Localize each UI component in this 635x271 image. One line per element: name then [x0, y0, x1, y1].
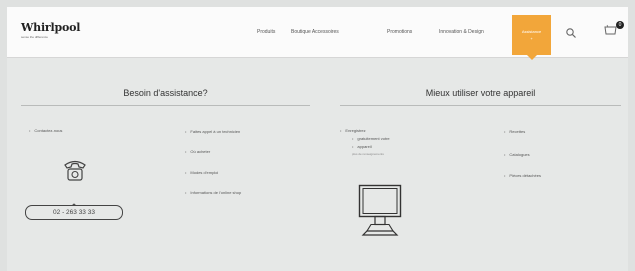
contact-link[interactable]: Contactez-nous — [29, 128, 62, 133]
cart-icon[interactable]: 0 — [604, 21, 624, 44]
nav-label: Produits — [257, 29, 276, 35]
nav-label: Innovation & Design — [439, 29, 484, 35]
page: Whirlpool sense the difference Produits … — [7, 7, 628, 271]
divider — [21, 105, 310, 106]
active-tab-indicator — [527, 55, 537, 60]
logo-tagline: sense the difference — [21, 35, 48, 39]
phone-number[interactable]: 02 - 263 33 33 — [25, 205, 123, 220]
appliance-title: Mieux utiliser votre appareil — [425, 88, 536, 98]
register-more-link[interactable]: plus de renseignements — [352, 152, 384, 156]
register-line1: Enregistrez — [345, 128, 366, 133]
register-line2: gratuitement votre — [352, 136, 389, 141]
register-link[interactable]: Enregistrez — [340, 128, 366, 133]
nav-item-boutique[interactable]: Boutique Accessoires — [291, 7, 339, 57]
nav-item-produits[interactable]: Produits — [257, 7, 275, 57]
technician-link[interactable]: Faites appel à un technicien — [185, 129, 240, 134]
catalogues-link[interactable]: Catalogues — [504, 152, 529, 157]
logo-name: Whirlpool — [21, 21, 81, 34]
assistance-title: Besoin d'assistance? — [123, 88, 208, 98]
manuals-link[interactable]: Modes d'emploi — [185, 170, 218, 175]
cart-badge: 0 — [616, 21, 624, 29]
where-to-buy-link[interactable]: Où acheter — [185, 149, 210, 154]
divider — [340, 105, 621, 106]
active-tab-label: Assistance — [521, 29, 542, 34]
register-line3: appareil — [352, 144, 371, 149]
nav-item-innovation[interactable]: Innovation & Design — [439, 7, 484, 57]
phone-icon — [62, 157, 88, 188]
nav-label: Promotions — [387, 29, 413, 35]
active-tab-plus: + — [530, 36, 533, 41]
search-icon[interactable] — [565, 26, 577, 44]
recipes-link[interactable]: Recettes — [504, 129, 525, 134]
spare-parts-link[interactable]: Pièces détachées — [504, 173, 541, 178]
nav-item-assistance[interactable]: Assistance + — [512, 15, 551, 55]
computer-icon — [358, 184, 402, 245]
shop-info-link[interactable]: Informations de l'online shop — [185, 190, 241, 195]
header: Whirlpool sense the difference Produits … — [7, 7, 628, 58]
logo[interactable]: Whirlpool sense the difference — [21, 22, 80, 40]
nav-label: Boutique Accessoires — [291, 29, 339, 35]
nav-item-promotions[interactable]: Promotions — [387, 7, 412, 57]
